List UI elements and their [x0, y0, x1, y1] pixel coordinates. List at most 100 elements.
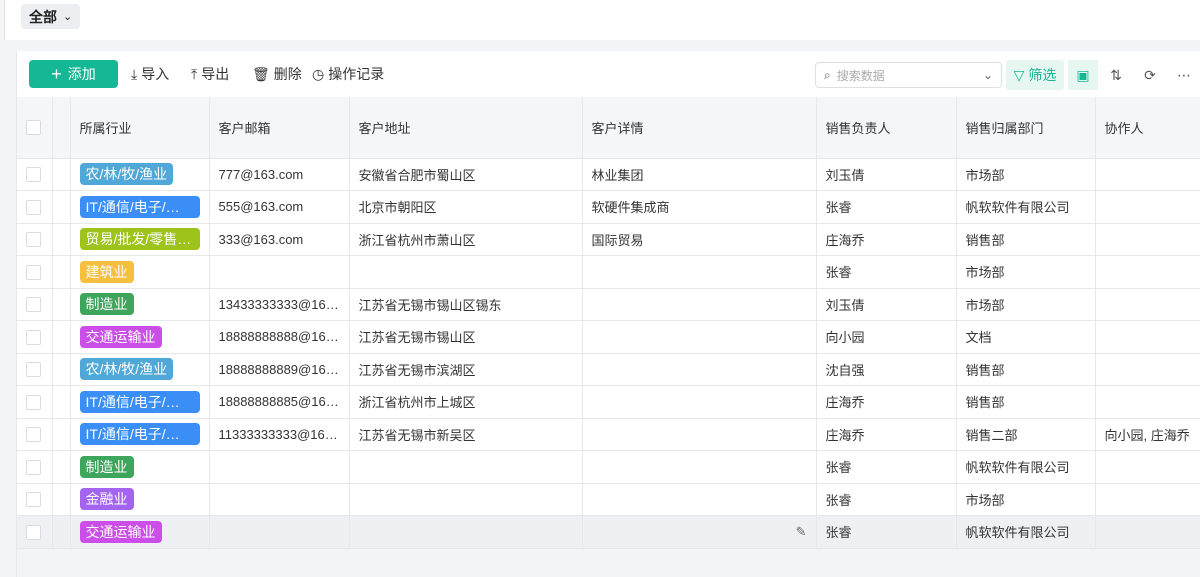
collab-cell[interactable]: [1095, 515, 1200, 549]
detail-cell[interactable]: [582, 483, 817, 516]
table-row[interactable]: 交通运输业 ✎ 张睿 帆软软件有限公司: [17, 515, 1200, 549]
owner-cell[interactable]: 张睿: [816, 483, 957, 516]
header-dept[interactable]: 销售归属部门: [956, 97, 1096, 159]
collab-cell[interactable]: [1095, 385, 1200, 419]
collab-cell[interactable]: [1095, 158, 1200, 191]
row-select-cell[interactable]: [17, 353, 53, 386]
owner-cell[interactable]: 庄海乔: [816, 223, 957, 256]
industry-cell[interactable]: 交通运输业: [70, 515, 210, 549]
email-cell[interactable]: [209, 515, 350, 549]
owner-cell[interactable]: 刘玉倩: [816, 288, 957, 321]
row-select-cell[interactable]: [17, 515, 53, 549]
address-cell[interactable]: 北京市朝阳区: [349, 190, 583, 224]
dept-cell[interactable]: 销售部: [956, 353, 1096, 386]
owner-cell[interactable]: 向小园: [816, 320, 957, 354]
dept-cell[interactable]: 市场部: [956, 483, 1096, 516]
address-cell[interactable]: 江苏省无锡市锡山区锡东: [349, 288, 583, 321]
collab-cell[interactable]: 向小园, 庄海乔: [1095, 418, 1200, 451]
search-input[interactable]: ⌕ 搜索数据 ⌄: [815, 62, 1002, 88]
industry-cell[interactable]: 制造业: [70, 288, 210, 321]
table-row[interactable]: 制造业 13433333333@163.com 江苏省无锡市锡山区锡东 刘玉倩 …: [17, 288, 1200, 321]
detail-cell[interactable]: 国际贸易: [582, 223, 817, 256]
collab-cell[interactable]: [1095, 190, 1200, 224]
select-all-cell[interactable]: [17, 97, 53, 159]
table-row[interactable]: IT/通信/电子/互联网 555@163.com 北京市朝阳区 软硬件集成商 张…: [17, 190, 1200, 224]
detail-cell[interactable]: ✎: [582, 515, 817, 549]
row-select-cell[interactable]: [17, 450, 53, 484]
email-cell[interactable]: 18888888885@163.com: [209, 385, 350, 419]
row-checkbox[interactable]: [26, 329, 41, 345]
row-checkbox[interactable]: [26, 492, 41, 508]
detail-cell[interactable]: 软硬件集成商: [582, 190, 817, 224]
collab-cell[interactable]: [1095, 223, 1200, 256]
header-owner[interactable]: 销售负责人: [816, 97, 957, 159]
owner-cell[interactable]: 张睿: [816, 190, 957, 224]
row-checkbox[interactable]: [26, 524, 41, 540]
address-cell[interactable]: 浙江省杭州市上城区: [349, 385, 583, 419]
select-all-checkbox[interactable]: [26, 120, 41, 136]
export-button[interactable]: ⤒ 导出: [191, 60, 229, 88]
history-button[interactable]: ◷ 操作记录: [312, 60, 384, 88]
owner-cell[interactable]: 刘玉倩: [816, 158, 957, 191]
collab-cell[interactable]: [1095, 353, 1200, 386]
table-row[interactable]: 金融业 张睿 市场部: [17, 483, 1200, 516]
row-checkbox[interactable]: [26, 297, 41, 313]
row-select-cell[interactable]: [17, 158, 53, 191]
address-cell[interactable]: 江苏省无锡市锡山区: [349, 320, 583, 354]
dept-cell[interactable]: 帆软软件有限公司: [956, 515, 1096, 549]
table-row[interactable]: 农/林/牧/渔业 777@163.com 安徽省合肥市蜀山区 林业集团 刘玉倩 …: [17, 158, 1200, 191]
address-cell[interactable]: 江苏省无锡市滨湖区: [349, 353, 583, 386]
view-style-button[interactable]: ▣: [1068, 60, 1098, 90]
sort-button[interactable]: ⇅: [1101, 60, 1131, 90]
collab-cell[interactable]: [1095, 483, 1200, 516]
filter-button[interactable]: ▽ 筛选: [1006, 60, 1064, 90]
table-row[interactable]: 贸易/批发/零售/租赁业 333@163.com 浙江省杭州市萧山区 国际贸易 …: [17, 223, 1200, 256]
row-select-cell[interactable]: [17, 255, 53, 289]
address-cell[interactable]: 浙江省杭州市萧山区: [349, 223, 583, 256]
more-button[interactable]: ⋯: [1169, 60, 1199, 90]
dept-cell[interactable]: 市场部: [956, 288, 1096, 321]
row-checkbox[interactable]: [26, 232, 41, 248]
row-checkbox[interactable]: [26, 427, 41, 443]
header-industry[interactable]: 所属行业: [70, 97, 210, 159]
dept-cell[interactable]: 市场部: [956, 255, 1096, 289]
header-collab[interactable]: 协作人: [1095, 97, 1200, 159]
owner-cell[interactable]: 张睿: [816, 515, 957, 549]
detail-cell[interactable]: [582, 255, 817, 289]
table-row[interactable]: 建筑业 张睿 市场部: [17, 255, 1200, 289]
dept-cell[interactable]: 销售二部: [956, 418, 1096, 451]
detail-cell[interactable]: 林业集团: [582, 158, 817, 191]
detail-cell[interactable]: [582, 320, 817, 354]
address-cell[interactable]: [349, 450, 583, 484]
email-cell[interactable]: [209, 255, 350, 289]
industry-cell[interactable]: 金融业: [70, 483, 210, 516]
row-select-cell[interactable]: [17, 223, 53, 256]
table-row[interactable]: 制造业 张睿 帆软软件有限公司: [17, 450, 1200, 484]
industry-cell[interactable]: IT/通信/电子/互联网: [70, 418, 210, 451]
owner-cell[interactable]: 庄海乔: [816, 418, 957, 451]
owner-cell[interactable]: 沈自强: [816, 353, 957, 386]
row-select-cell[interactable]: [17, 288, 53, 321]
industry-cell[interactable]: IT/通信/电子/互联网: [70, 385, 210, 419]
row-checkbox[interactable]: [26, 394, 41, 410]
email-cell[interactable]: 13433333333@163.com: [209, 288, 350, 321]
dept-cell[interactable]: 销售部: [956, 385, 1096, 419]
row-select-cell[interactable]: [17, 320, 53, 354]
industry-cell[interactable]: 贸易/批发/零售/租赁业: [70, 223, 210, 256]
dept-cell[interactable]: 市场部: [956, 158, 1096, 191]
header-detail[interactable]: 客户详情: [582, 97, 817, 159]
collab-cell[interactable]: [1095, 288, 1200, 321]
industry-cell[interactable]: 农/林/牧/渔业: [70, 353, 210, 386]
row-select-cell[interactable]: [17, 190, 53, 224]
refresh-button[interactable]: ⟳: [1135, 60, 1165, 90]
collab-cell[interactable]: [1095, 450, 1200, 484]
add-button[interactable]: + 添加: [29, 60, 118, 88]
detail-cell[interactable]: [582, 385, 817, 419]
collab-cell[interactable]: [1095, 320, 1200, 354]
address-cell[interactable]: 江苏省无锡市新吴区: [349, 418, 583, 451]
row-checkbox[interactable]: [26, 167, 41, 183]
email-cell[interactable]: 18888888889@163.com: [209, 353, 350, 386]
dept-cell[interactable]: 文档: [956, 320, 1096, 354]
owner-cell[interactable]: 张睿: [816, 255, 957, 289]
owner-cell[interactable]: 张睿: [816, 450, 957, 484]
